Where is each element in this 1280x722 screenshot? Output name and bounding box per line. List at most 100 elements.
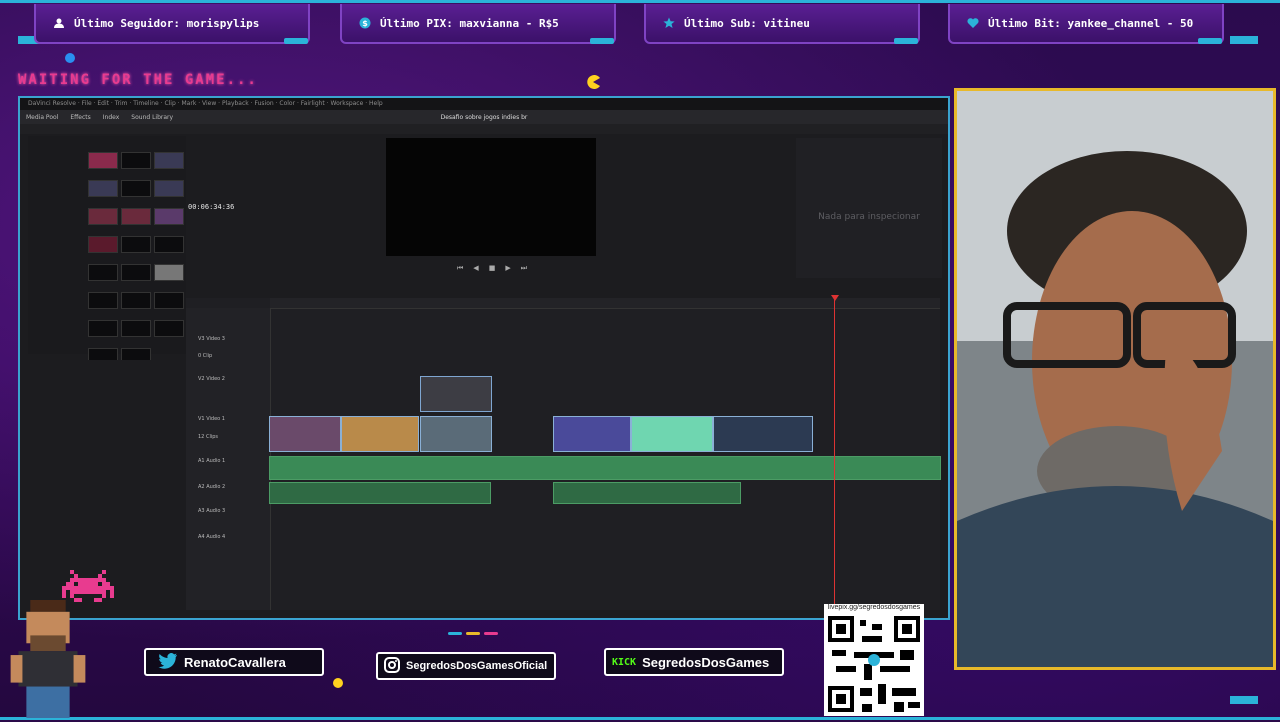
alert-sub-label: Último Sub: vitineu xyxy=(684,16,810,30)
qr-code xyxy=(828,616,920,712)
audio-clip-a2[interactable] xyxy=(553,482,741,504)
track-label-a2: A2 Audio 2 xyxy=(198,484,226,490)
status-dot xyxy=(65,53,75,63)
media-thumb[interactable] xyxy=(154,292,184,309)
inspector-panel: Nada para inspecionar xyxy=(796,138,942,278)
media-thumb[interactable] xyxy=(88,320,118,337)
video-clip-v2[interactable] xyxy=(420,376,492,412)
alert-follower: Último Seguidor: morispylips xyxy=(34,4,310,44)
media-thumb[interactable] xyxy=(88,208,118,225)
alert-tab xyxy=(1198,38,1222,44)
inspector-empty-text: Nada para inspecionar xyxy=(818,212,920,222)
qr-caption: livepix.gg/segredosdosgames xyxy=(827,604,921,611)
media-thumb[interactable] xyxy=(154,152,184,169)
alert-pix-label: Último PIX: maxvianna - R$5 xyxy=(380,16,559,30)
twitter-icon xyxy=(158,652,178,672)
waiting-text: WAITING FOR THE GAME... xyxy=(18,72,258,88)
alert-tab xyxy=(894,38,918,44)
track-label-a4: A4 Audio 4 xyxy=(198,534,226,540)
media-thumb[interactable] xyxy=(154,264,184,281)
media-pool xyxy=(28,136,186,365)
frame-corner-tr xyxy=(1230,36,1258,44)
alert-tab xyxy=(590,38,614,44)
frame-corner-br xyxy=(1230,696,1258,704)
audio-clip-a2[interactable] xyxy=(269,482,491,504)
playhead[interactable] xyxy=(834,298,835,610)
editor-subtoolbar xyxy=(20,124,948,134)
video-clip[interactable] xyxy=(631,416,713,452)
track-label-v3: V3 Video 3 xyxy=(198,336,225,342)
media-thumb[interactable] xyxy=(121,292,151,309)
media-thumb[interactable] xyxy=(154,320,184,337)
source-viewer[interactable] xyxy=(386,138,596,256)
editor-menubar[interactable]: DaVinci Resolve · File · Edit · Trim · T… xyxy=(20,98,948,110)
video-clip[interactable] xyxy=(269,416,341,452)
user-icon xyxy=(52,16,66,30)
timeline-timecode: 00:06:34:36 xyxy=(188,203,235,211)
media-thumb[interactable] xyxy=(88,152,118,169)
media-thumb[interactable] xyxy=(121,264,151,281)
social-twitter-handle: RenatoCavallera xyxy=(184,654,286,670)
track-label-v2: V2 Video 2 xyxy=(198,376,225,382)
transport-controls: ⏮ ◀ ■ ▶ ⏭ xyxy=(192,262,792,274)
media-thumb[interactable] xyxy=(121,236,151,253)
track-clips-v1: 12 Clips xyxy=(198,434,218,440)
media-thumb[interactable] xyxy=(121,208,151,225)
streamer-video xyxy=(957,91,1273,667)
media-thumb[interactable] xyxy=(121,320,151,337)
progress-dots xyxy=(448,632,498,635)
play-icon[interactable]: ▶ xyxy=(505,264,510,272)
svg-text:$: $ xyxy=(362,19,368,28)
stop-icon[interactable]: ■ xyxy=(489,264,496,272)
alert-bit-label: Último Bit: yankee_channel - 50 xyxy=(988,16,1194,30)
timeline-ruler[interactable] xyxy=(270,298,940,309)
dollar-icon: $ xyxy=(358,16,372,30)
instagram-icon xyxy=(384,656,400,676)
media-thumb[interactable] xyxy=(121,180,151,197)
video-clip[interactable] xyxy=(341,416,419,452)
dot-indicator xyxy=(484,632,498,635)
alert-pix: $ Último PIX: maxvianna - R$5 xyxy=(340,4,616,44)
star-icon xyxy=(662,16,676,30)
rewind-icon[interactable]: ⏮ xyxy=(457,264,463,273)
forward-icon[interactable]: ⏭ xyxy=(521,264,527,273)
media-thumb[interactable] xyxy=(88,292,118,309)
kick-icon: KICK xyxy=(612,656,637,668)
track-clips-v3: 0 Clip xyxy=(198,353,213,359)
social-kick-handle: SegredosDosGames xyxy=(642,654,770,670)
alert-bit: Último Bit: yankee_channel - 50 xyxy=(948,4,1224,44)
media-thumb[interactable] xyxy=(88,180,118,197)
media-thumb[interactable] xyxy=(88,236,118,253)
dot-indicator xyxy=(466,632,480,635)
alert-tab xyxy=(284,38,308,44)
social-twitter: RenatoCavallera xyxy=(144,648,324,676)
webcam-frame xyxy=(954,88,1276,670)
media-thumb[interactable] xyxy=(154,180,184,197)
media-thumb[interactable] xyxy=(121,152,151,169)
track-label-a3: A3 Audio 3 xyxy=(198,508,226,514)
media-thumb[interactable] xyxy=(88,264,118,281)
playhead-marker[interactable] xyxy=(831,295,839,301)
editor-toolbar: Media Pool Effects Index Sound Library D… xyxy=(20,110,948,124)
social-kick: KICK SegredosDosGames xyxy=(604,648,784,676)
video-clip[interactable] xyxy=(553,416,631,452)
social-instagram-handle: SegredosDosGamesOficial xyxy=(406,660,548,672)
track-label-a1: A1 Audio 1 xyxy=(198,458,226,464)
social-instagram: SegredosDosGamesOficial xyxy=(376,652,556,680)
audio-clip-a1[interactable] xyxy=(269,456,941,480)
track-label-v1: V1 Video 1 xyxy=(198,416,225,422)
media-thumb[interactable] xyxy=(154,236,184,253)
reverse-play-icon[interactable]: ◀ xyxy=(473,264,478,272)
frame-top-edge xyxy=(0,0,1280,3)
media-thumb[interactable] xyxy=(154,208,184,225)
media-thumbnails xyxy=(88,152,184,365)
track-headers: V3 Video 3 0 Clip V2 Video 2 V1 Video 1 … xyxy=(186,308,271,610)
dot-indicator xyxy=(448,632,462,635)
pixel-avatar-icon xyxy=(6,600,90,722)
pacman-icon xyxy=(585,74,601,94)
project-title: Desafio sobre jogos indies br xyxy=(440,113,528,121)
alert-follower-label: Último Seguidor: morispylips xyxy=(74,16,260,30)
timeline[interactable]: V3 Video 3 0 Clip V2 Video 2 V1 Video 1 … xyxy=(186,298,940,610)
video-clip[interactable] xyxy=(713,416,813,452)
video-clip[interactable] xyxy=(420,416,492,452)
